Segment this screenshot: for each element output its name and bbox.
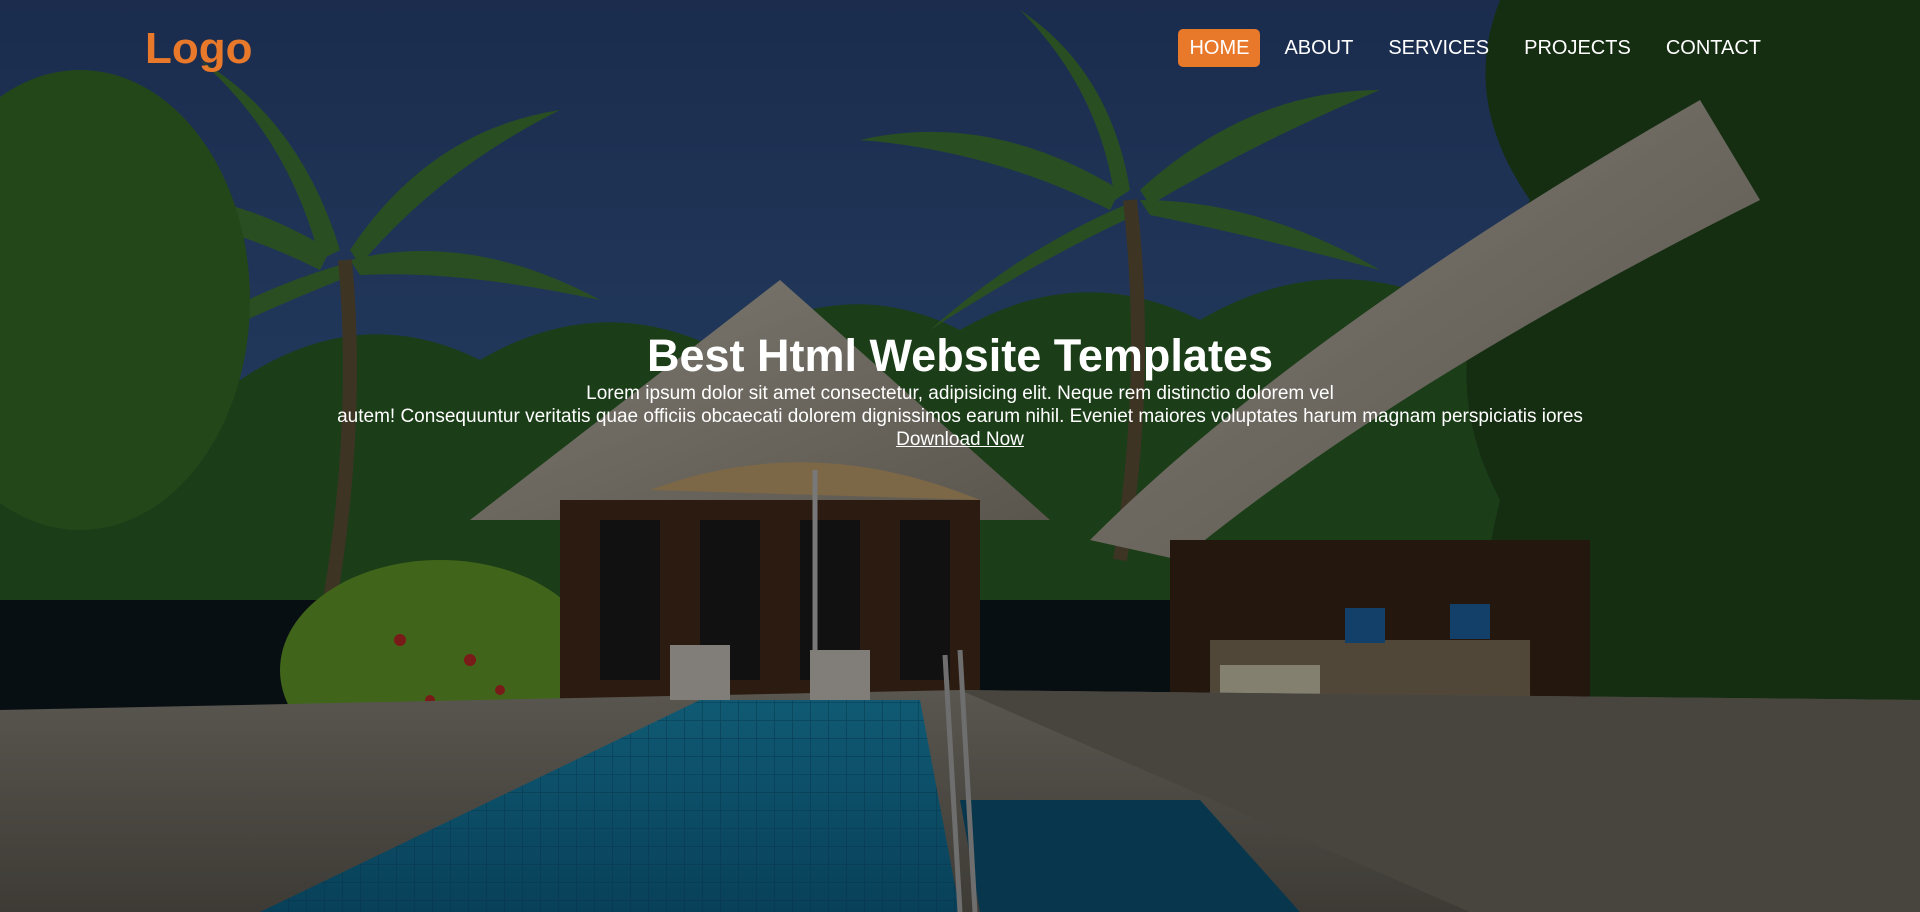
hero-section: Logo HOME ABOUT SERVICES PROJECTS CONTAC…: [0, 0, 1920, 912]
logo[interactable]: Logo: [145, 23, 253, 75]
hero-description: Lorem ipsum dolor sit amet consectetur, …: [300, 382, 1620, 428]
nav-item: SERVICES: [1377, 29, 1500, 67]
nav-item: CONTACT: [1655, 29, 1772, 67]
download-now-link[interactable]: Download Now: [896, 428, 1024, 451]
nav-link-contact[interactable]: CONTACT: [1655, 29, 1772, 67]
nav-menu: HOME ABOUT SERVICES PROJECTS CONTACT: [1165, 29, 1772, 67]
hero-content: Best Html Website Templates Lorem ipsum …: [0, 330, 1920, 451]
nav-link-home[interactable]: HOME: [1178, 29, 1261, 67]
nav-item: HOME: [1178, 29, 1261, 67]
nav-link-services[interactable]: SERVICES: [1377, 29, 1500, 67]
nav-link-about[interactable]: ABOUT: [1273, 29, 1364, 67]
nav-link-projects[interactable]: PROJECTS: [1513, 29, 1642, 67]
navbar: Logo HOME ABOUT SERVICES PROJECTS CONTAC…: [0, 0, 1920, 100]
dark-overlay: [0, 0, 1920, 912]
hero-description-line-2: autem! Consequuntur veritatis quae offic…: [337, 406, 1583, 427]
hero-description-line-1: Lorem ipsum dolor sit amet consectetur, …: [586, 383, 1334, 404]
nav-item: PROJECTS: [1513, 29, 1642, 67]
nav-item: ABOUT: [1273, 29, 1364, 67]
hero-title: Best Html Website Templates: [646, 330, 1273, 381]
